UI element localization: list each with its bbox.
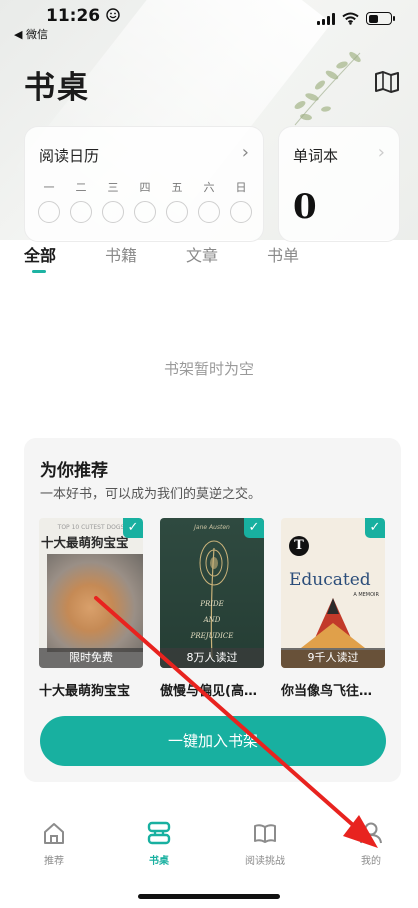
shelf-tabs: 全部 书籍 文章 书单 — [24, 242, 394, 276]
chevron-right-icon: › — [377, 142, 385, 163]
book-cover[interactable]: TOP 10 CUTEST DOGS 十大最萌狗宝宝 ✓ 限时免费 — [39, 518, 143, 668]
active-tab-indicator — [32, 270, 46, 273]
vocab-count: 0 — [293, 187, 317, 227]
vocabulary-card[interactable]: 单词本 › 0 — [278, 126, 400, 242]
book-badge: 8万人读过 — [160, 648, 264, 668]
recommended-book[interactable]: T Educated A MEMOIR ✓ 9千人读过 你当像鸟飞往… — [281, 518, 385, 699]
book-name: 傲慢与偏见(高… — [160, 684, 257, 699]
dog-photo — [47, 554, 143, 652]
chevron-right-icon: › — [241, 142, 249, 163]
reading-calendar-card[interactable]: 阅读日历 › 一 二 三 四 五 六 日 — [24, 126, 264, 242]
nav-label: 我的 — [361, 856, 381, 867]
recommended-book[interactable]: Jane Austen PRIDE AND PREJUDICE ✓ 8万人读过 … — [160, 518, 264, 699]
calendar-week: 一 二 三 四 五 六 日 — [37, 179, 253, 223]
smiley-face-icon — [106, 8, 120, 22]
book-name: 你当像鸟飞往… — [281, 684, 373, 699]
day-label: 二 — [75, 181, 87, 194]
nav-me[interactable]: 我的 — [331, 820, 411, 867]
status-time: 11:26 — [46, 6, 120, 26]
recommend-subtitle: 一本好书，可以成为我们的莫逆之交。 — [40, 487, 262, 502]
calendar-day: 二 — [69, 179, 93, 223]
day-circle — [102, 201, 124, 223]
cover-title-line: PRIDE — [200, 600, 224, 608]
wifi-icon — [342, 12, 359, 25]
desk-icon — [147, 821, 171, 845]
back-to-wechat[interactable]: ◀ 微信 — [14, 26, 48, 42]
status-icons — [317, 12, 395, 25]
tab-books[interactable]: 书籍 — [105, 242, 137, 266]
checkmark-icon[interactable]: ✓ — [365, 518, 385, 538]
tab-booklists[interactable]: 书单 — [267, 242, 299, 266]
book-badge: 限时免费 — [39, 648, 143, 668]
nav-reading-challenge[interactable]: 阅读挑战 — [225, 820, 305, 867]
pencil-mountain-illustration — [281, 598, 385, 668]
nav-desk[interactable]: 书桌 — [119, 820, 199, 867]
recommend-section: 为你推荐 一本好书，可以成为我们的莫逆之交。 TOP 10 CUTEST DOG… — [24, 438, 401, 782]
home-indicator — [138, 894, 280, 899]
tab-articles[interactable]: 文章 — [186, 242, 218, 266]
day-circle — [70, 201, 92, 223]
book-cover[interactable]: T Educated A MEMOIR ✓ 9千人读过 — [281, 518, 385, 668]
day-label: 一 — [43, 181, 55, 194]
cellular-signal-icon — [317, 12, 335, 25]
map-icon[interactable] — [374, 70, 400, 94]
day-label: 五 — [171, 181, 183, 194]
book-cover[interactable]: Jane Austen PRIDE AND PREJUDICE ✓ 8万人读过 — [160, 518, 264, 668]
calendar-day: 三 — [101, 179, 125, 223]
recommended-book[interactable]: TOP 10 CUTEST DOGS 十大最萌狗宝宝 ✓ 限时免费 十大最萌狗宝… — [39, 518, 143, 699]
checkmark-icon[interactable]: ✓ — [123, 518, 143, 538]
day-circle — [230, 201, 252, 223]
calendar-card-title: 阅读日历 — [39, 147, 100, 165]
peacock-feather-icon — [199, 540, 229, 659]
battery-icon — [366, 12, 395, 25]
home-icon — [44, 823, 64, 844]
calendar-day: 六 — [197, 179, 221, 223]
add-all-to-shelf-button[interactable]: 一键加入书架 — [40, 716, 386, 766]
calendar-day: 日 — [229, 179, 253, 223]
recommend-title: 为你推荐 — [40, 461, 108, 481]
nav-label: 阅读挑战 — [245, 856, 285, 867]
page-title: 书桌 — [24, 70, 90, 106]
empty-shelf-text: 书架暂时为空 — [163, 360, 254, 378]
day-label: 日 — [235, 181, 247, 194]
nav-label: 书桌 — [149, 856, 169, 867]
day-circle — [38, 201, 60, 223]
day-circle — [198, 201, 220, 223]
bottom-nav: 推荐 书桌 阅读挑战 我的 — [0, 810, 418, 882]
time-text: 11:26 — [46, 6, 101, 26]
day-label: 四 — [139, 181, 151, 194]
cover-title-line: AND — [203, 616, 221, 624]
nav-label: 推荐 — [44, 856, 64, 867]
cover-title-line: PREJUDICE — [190, 632, 234, 640]
day-circle — [134, 201, 156, 223]
calendar-day: 五 — [165, 179, 189, 223]
day-circle — [166, 201, 188, 223]
status-bar: 11:26 ◀ 微信 — [0, 0, 418, 44]
calendar-day: 一 — [37, 179, 61, 223]
nav-recommend[interactable]: 推荐 — [14, 820, 94, 867]
book-badge: 9千人读过 — [281, 648, 385, 668]
open-book-icon — [254, 824, 276, 843]
checkmark-icon[interactable]: ✓ — [244, 518, 264, 538]
profile-icon — [360, 822, 382, 844]
calendar-day: 四 — [133, 179, 157, 223]
tab-all[interactable]: 全部 — [24, 242, 56, 266]
day-label: 三 — [107, 181, 119, 194]
vocab-card-title: 单词本 — [293, 147, 339, 165]
book-name: 十大最萌狗宝宝 — [39, 684, 131, 699]
day-label: 六 — [203, 181, 215, 194]
